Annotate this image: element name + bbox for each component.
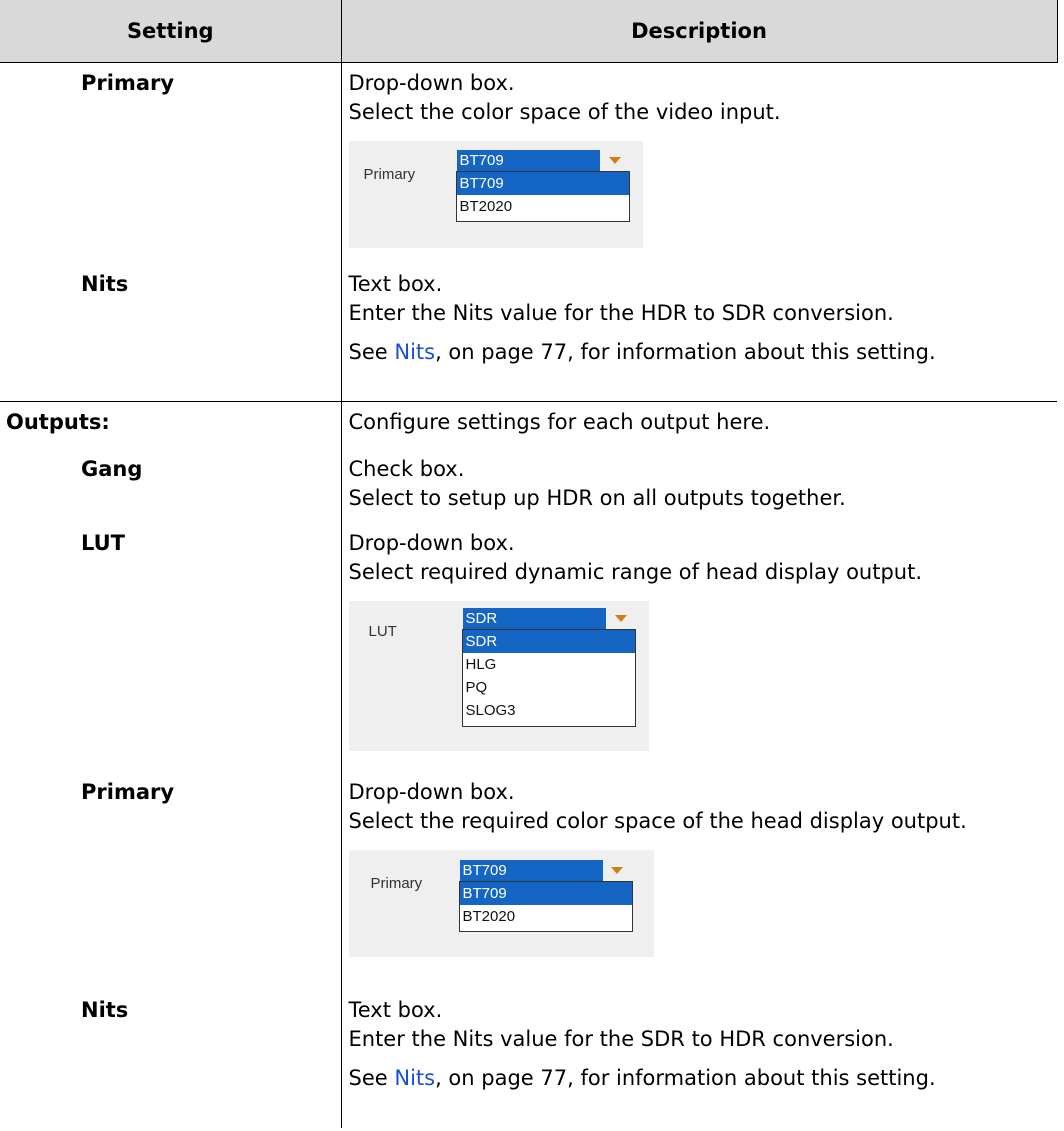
dropdown-option[interactable]: PQ xyxy=(463,676,635,699)
header-setting: Setting xyxy=(0,0,342,63)
setting-nits-output: Nits xyxy=(0,989,342,1128)
desc-line: Drop-down box. xyxy=(348,779,515,804)
desc-line: Select to setup up HDR on all outputs to… xyxy=(348,485,846,510)
description-cell: Drop-down box. Select the required color… xyxy=(341,772,1057,990)
dropdown-option[interactable]: BT2020 xyxy=(460,905,632,928)
nits-link[interactable]: Nits xyxy=(394,1066,435,1090)
description-cell: Text box. Enter the Nits value for the S… xyxy=(341,990,1057,1128)
see-suffix: , on page 77, for information about this… xyxy=(435,1065,936,1090)
dropdown-arrow-icon[interactable] xyxy=(608,157,621,164)
desc-line: Enter the Nits value for the HDR to SDR … xyxy=(348,300,894,325)
dropdown-arrow-icon[interactable] xyxy=(614,614,627,622)
dropdown-option[interactable]: HLG xyxy=(463,653,635,676)
see-prefix: See xyxy=(348,1065,395,1090)
see-also: See Nits, on page 77, for information ab… xyxy=(349,1064,1050,1093)
dropdown-arrow-icon[interactable] xyxy=(610,866,623,874)
dropdown-label: LUT xyxy=(368,622,397,640)
table-row: LUT Drop-down box. Select required dynam… xyxy=(0,522,1057,772)
table-row: Outputs: Configure settings for each out… xyxy=(0,401,1057,449)
table-row: Nits Text box. Enter the Nits value for … xyxy=(0,263,1057,402)
dropdown-label: Primary xyxy=(370,874,423,892)
setting-primary-input: Primary xyxy=(0,62,342,264)
table-row: Gang Check box. Select to setup up HDR o… xyxy=(0,448,1057,523)
setting-gang: Gang xyxy=(0,448,342,523)
table-row: Primary Drop-down box. Select the color … xyxy=(0,62,1057,264)
desc-line: Enter the Nits value for the SDR to HDR … xyxy=(348,1026,894,1051)
description-cell: Check box. Select to setup up HDR on all… xyxy=(341,449,1057,523)
primary-dropdown-screenshot: Primary BT709 BT709 BT2020 xyxy=(348,849,654,957)
desc-line: Text box. xyxy=(348,997,443,1022)
desc-line: Select required dynamic range of head di… xyxy=(348,559,923,584)
description-cell: Text box. Enter the Nits value for the H… xyxy=(341,263,1057,402)
desc-line: Check box. xyxy=(348,456,465,481)
table-row: Nits Text box. Enter the Nits value for … xyxy=(0,989,1057,1128)
desc-line: Drop-down box. xyxy=(348,530,515,555)
see-also: See Nits, on page 77, for information ab… xyxy=(349,338,1050,367)
see-suffix: , on page 77, for information about this… xyxy=(435,339,936,364)
dropdown-list: BT709 BT2020 xyxy=(458,880,633,932)
dropdown-combo[interactable]: SDR xyxy=(462,607,606,629)
description-cell: Drop-down box. Select the color space of… xyxy=(341,63,1057,264)
desc-line: Text box. xyxy=(348,271,443,296)
desc-line: Select the required color space of the h… xyxy=(348,808,967,833)
dropdown-list: SDR HLG PQ SLOG3 xyxy=(461,628,636,727)
desc-line: Select the color space of the video inpu… xyxy=(348,100,781,124)
dropdown-option[interactable]: BT709 xyxy=(459,881,632,905)
dropdown-combo[interactable]: BT709 xyxy=(459,859,603,881)
desc-line: Configure settings for each output here. xyxy=(348,410,771,434)
setting-primary-output: Primary xyxy=(0,771,342,990)
description-cell: Configure settings for each output here. xyxy=(341,402,1057,449)
primary-dropdown-screenshot: Primary BT709 BT709 BT2020 xyxy=(348,141,643,248)
dropdown-list: BT709 BT2020 xyxy=(455,171,630,222)
setting-nits-input: Nits xyxy=(0,263,342,402)
description-cell: Drop-down box. Select required dynamic r… xyxy=(341,523,1057,772)
dropdown-combo[interactable]: BT709 xyxy=(456,150,600,171)
see-prefix: See xyxy=(348,339,395,364)
setting-lut: LUT xyxy=(0,522,342,772)
dropdown-option[interactable]: BT2020 xyxy=(457,195,629,218)
lut-dropdown-screenshot: LUT SDR SDR HLG PQ SLOG3 xyxy=(348,600,649,751)
setting-outputs: Outputs: xyxy=(0,401,342,449)
dropdown-option[interactable]: SDR xyxy=(462,629,635,653)
nits-link[interactable]: Nits xyxy=(394,340,435,364)
dropdown-option[interactable]: SLOG3 xyxy=(463,699,635,722)
dropdown-option[interactable]: BT709 xyxy=(456,172,629,195)
desc-line: Drop-down box. xyxy=(348,71,515,95)
dropdown-label: Primary xyxy=(363,166,416,183)
table-header: Setting Description xyxy=(0,0,1058,63)
table-row: Primary Drop-down box. Select the requir… xyxy=(0,771,1057,990)
header-description: Description xyxy=(340,0,1058,63)
settings-table: Setting Description Primary Drop-down bo… xyxy=(0,0,1058,1128)
